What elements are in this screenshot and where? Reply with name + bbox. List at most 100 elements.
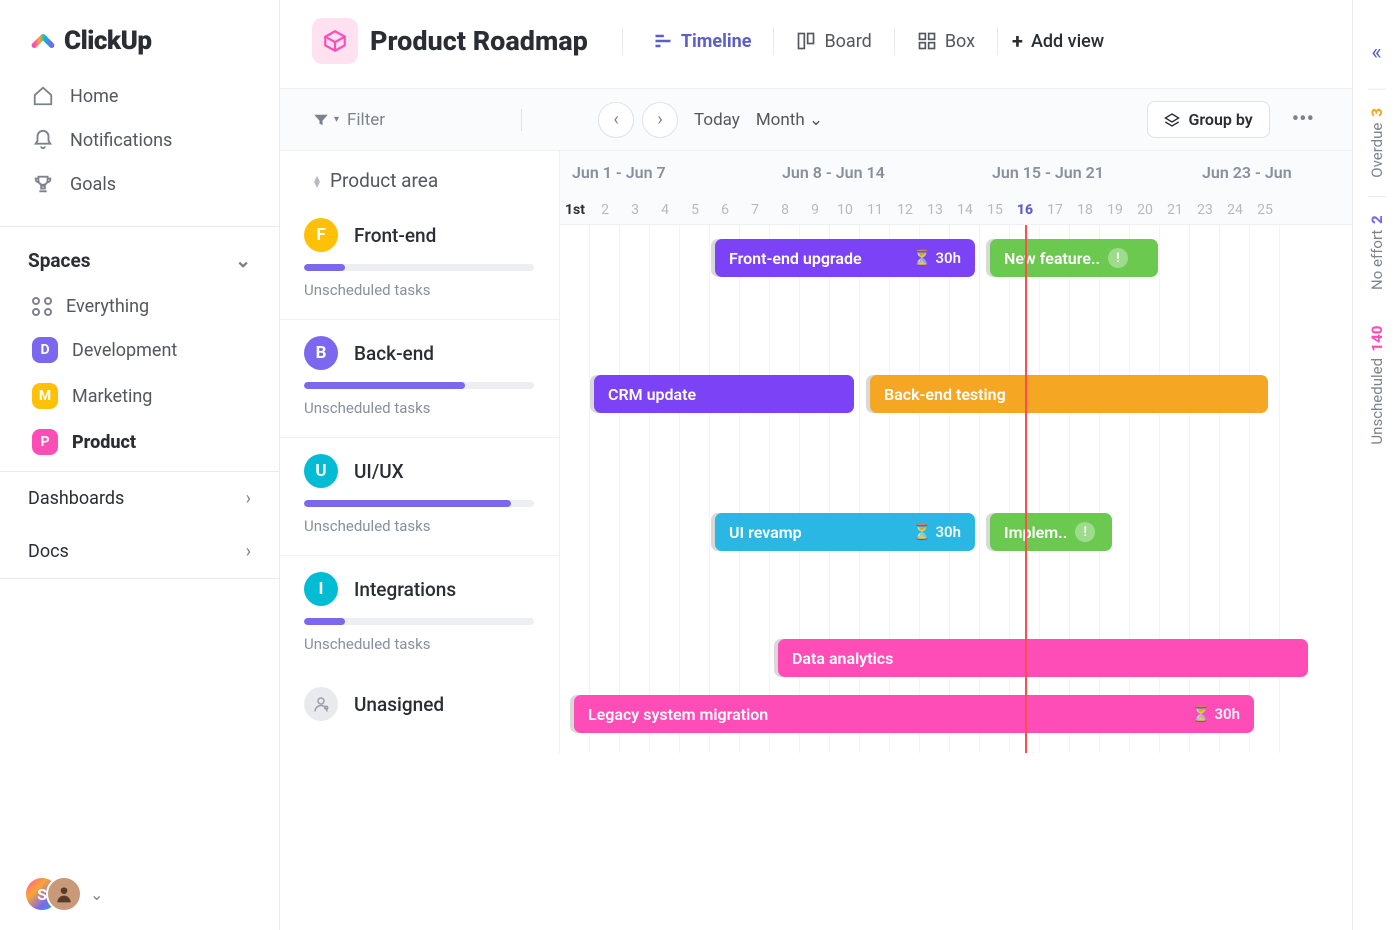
next-button[interactable]: › [642,102,678,138]
scale-select[interactable]: Month ⌄ [756,110,823,130]
group-label: Unasigned [354,693,444,716]
task-bar-crm-update[interactable]: CRM update [594,375,854,413]
app-name: ClickUp [64,26,152,56]
group-label: Integrations [354,578,456,601]
page-header: Product Roadmap Timeline Board [280,0,1352,88]
chevron-down-icon[interactable]: ⌄ [90,885,103,904]
more-menu-button[interactable]: ••• [1286,107,1320,132]
task-bar-frontend-upgrade[interactable]: Front-end upgrade ⏳30h [715,239,975,277]
filter-icon [312,111,330,129]
group-label: Front-end [354,224,436,247]
home-icon [32,85,54,107]
user-avatar-stack[interactable]: S [24,876,84,912]
sidebar-item-product[interactable]: P Product [18,419,261,465]
unscheduled-label[interactable]: Unscheduled tasks [304,281,535,299]
group-row-frontend[interactable]: F Front-end Unscheduled tasks [280,202,559,320]
timeline-groups-panel: ▴▾ Product area F Front-end Unscheduled t… [280,151,560,753]
nav-home[interactable]: Home [18,74,261,118]
hours-badge: ⏳30h [913,523,961,541]
progress-bar [304,264,534,271]
group-label: UI/UX [354,460,404,483]
task-label: Data analytics [792,649,893,668]
plus-icon: + [1012,29,1023,53]
alert-icon: ! [1075,522,1095,542]
chevron-right-icon: › [246,541,251,562]
logo-icon [30,28,56,54]
space-badge: M [32,383,58,409]
today-button[interactable]: Today [694,110,740,130]
prev-button[interactable]: ‹ [598,102,634,138]
chevron-right-icon: › [246,488,251,509]
bell-icon [32,129,54,151]
sidebar-item-label: Development [72,340,177,361]
box-icon [917,31,937,51]
timeline-icon [653,31,673,51]
task-bar-backend-testing[interactable]: Back-end testing [870,375,1268,413]
tab-board[interactable]: Board [788,25,879,58]
stat-noeffort[interactable]: No effort2 [1368,196,1386,308]
spaces-header[interactable]: Spaces ⌄ [0,235,279,286]
tab-timeline[interactable]: Timeline [645,25,760,58]
view-tabs: Timeline Board Box + Add vi [645,25,1104,58]
today-line [1025,225,1027,753]
sidebar-item-marketing[interactable]: M Marketing [18,373,261,419]
task-bar-legacy-migration[interactable]: Legacy system migration ⏳30h [574,695,1254,733]
sidebar-item-dashboards[interactable]: Dashboards › [0,471,279,525]
calendar-header: Jun 1 - Jun 7Jun 8 - Jun 14Jun 15 - Jun … [560,151,1352,225]
board-icon [796,31,816,51]
group-row-integrations[interactable]: IIntegrations Unscheduled tasks [280,556,559,665]
chevron-down-icon: ⌄ [809,110,823,130]
nav-label: Goals [70,174,116,195]
chevron-right-icon: › [657,109,662,130]
group-row-unassigned[interactable]: Unasigned [280,665,559,753]
collapse-panel-button[interactable]: « [1371,40,1381,65]
sidebar-item-label: Docs [28,541,69,562]
sidebar-item-docs[interactable]: Docs › [0,525,279,579]
hours-badge: ⏳30h [913,249,961,267]
groupby-button[interactable]: Group by [1147,101,1269,138]
view-label: Box [945,31,975,52]
sidebar-item-everything[interactable]: Everything [18,286,261,327]
grid-icon [32,297,52,317]
progress-bar [304,500,534,507]
stat-overdue[interactable]: Overdue3 [1368,89,1386,196]
task-label: Front-end upgrade [729,249,862,268]
progress-bar [304,382,534,389]
filter-label: Filter [347,110,385,130]
unscheduled-label[interactable]: Unscheduled tasks [304,399,535,417]
sort-icon: ▴▾ [314,175,320,187]
nav-notifications[interactable]: Notifications [18,118,261,162]
task-bar-new-feature[interactable]: New feature.. ! [990,239,1158,277]
task-bar-data-analytics[interactable]: Data analytics [778,639,1308,677]
view-label: Timeline [681,31,752,52]
space-badge: D [32,337,58,363]
task-label: Implem.. [1004,523,1067,542]
task-label: New feature.. [1004,249,1100,268]
alert-icon: ! [1108,248,1128,268]
nav-label: Home [70,86,118,107]
sidebar-item-label: Dashboards [28,488,124,509]
unscheduled-label[interactable]: Unscheduled tasks [304,635,535,653]
timeline-canvas: Jun 1 - Jun 7Jun 8 - Jun 14Jun 15 - Jun … [560,151,1352,753]
sidebar-item-label: Everything [66,296,149,317]
avatar [46,876,82,912]
nav-goals[interactable]: Goals [18,162,261,206]
tab-box[interactable]: Box [909,25,983,58]
group-badge: U [304,454,338,488]
group-column-header[interactable]: ▴▾ Product area [280,151,559,202]
group-row-uiux[interactable]: U UI/UX Unscheduled tasks [280,438,559,556]
unscheduled-label[interactable]: Unscheduled tasks [304,517,535,535]
stat-unscheduled[interactable]: Unscheduled140 [1368,308,1386,463]
sidebar-item-label: Product [72,432,136,453]
task-bar-ui-revamp[interactable]: UI revamp ⏳30h [715,513,975,551]
filter-button[interactable]: ▾ Filter [312,110,385,130]
group-row-backend[interactable]: BBack-end Unscheduled tasks [280,320,559,438]
app-logo[interactable]: ClickUp [0,0,279,74]
sidebar: ClickUp Home Notifications Goals Spaces … [0,0,280,930]
add-view-button[interactable]: + Add view [1012,29,1104,53]
sidebar-item-development[interactable]: D Development [18,327,261,373]
chevron-down-icon: ⌄ [235,249,251,272]
group-badge: F [304,218,338,252]
page-folder-icon[interactable] [312,18,358,64]
task-bar-implem[interactable]: Implem.. ! [990,513,1112,551]
